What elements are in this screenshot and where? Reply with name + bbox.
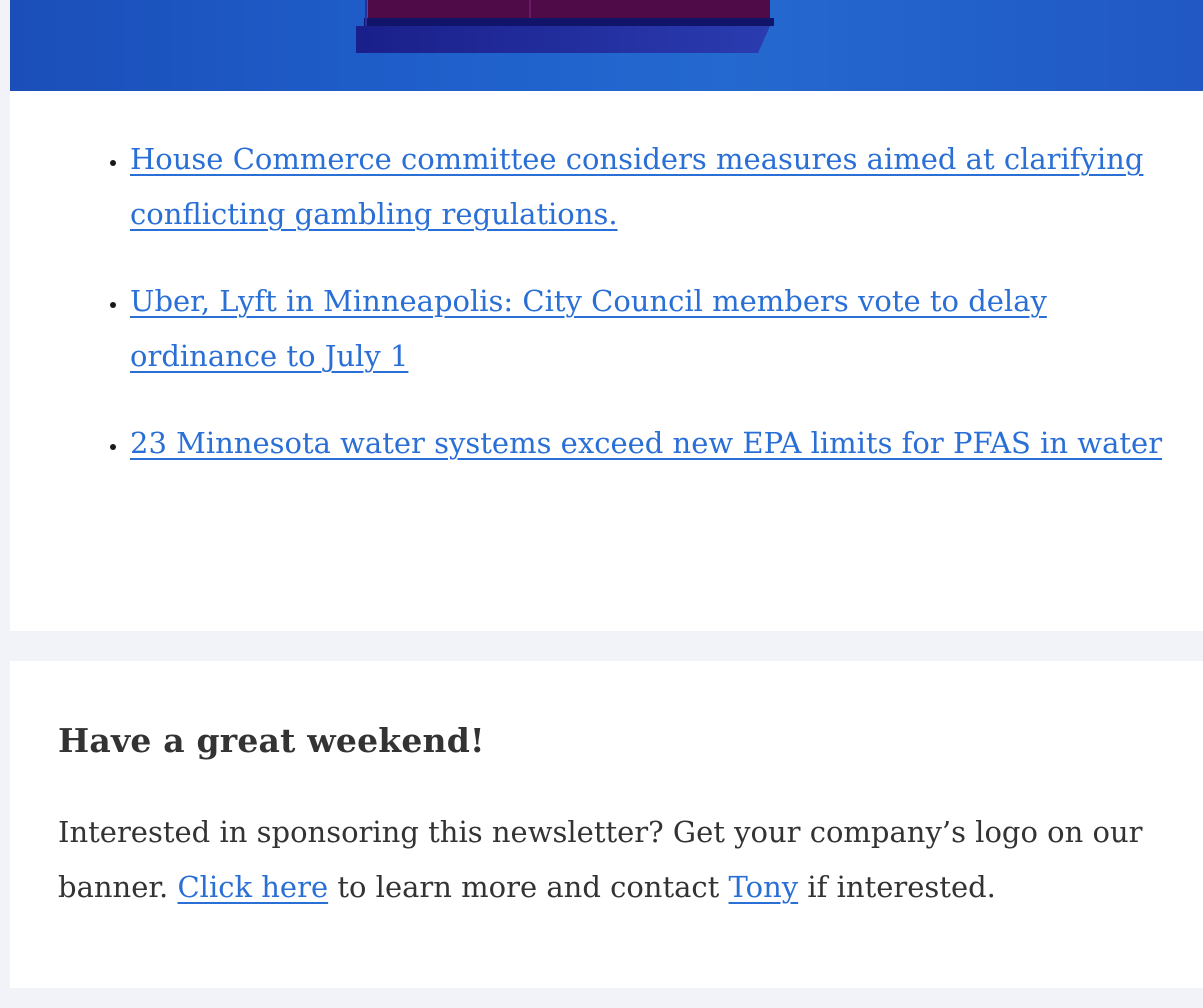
hero-image [10,0,1203,91]
news-list: House Commerce committee considers measu… [102,132,1189,503]
sponsor-text-3: if interested. [807,870,996,904]
list-item: Uber, Lyft in Minneapolis: City Council … [129,274,1189,384]
sponsor-text-2: to learn more and contact [337,870,720,904]
click-here-link[interactable]: Click here [177,870,328,904]
news-link-gambling[interactable]: House Commerce committee considers measu… [130,142,1143,231]
signoff-heading: Have a great weekend! [58,721,485,760]
list-item: House Commerce committee considers measu… [129,132,1189,242]
list-item: 23 Minnesota water systems exceed new EP… [129,416,1189,471]
news-link-uber-lyft[interactable]: Uber, Lyft in Minneapolis: City Council … [130,284,1047,373]
news-link-pfas[interactable]: 23 Minnesota water systems exceed new EP… [130,426,1162,460]
hero-block-edge [364,18,774,26]
newsletter-page: House Commerce committee considers measu… [0,0,1203,1008]
hero-shelf [356,26,770,53]
news-card: House Commerce committee considers measu… [10,0,1203,631]
sponsor-paragraph: Interested in sponsoring this newsletter… [58,805,1168,915]
hero-block [368,0,770,18]
hero-illustration [356,0,774,53]
contact-tony-link[interactable]: Tony [729,870,799,904]
footer-card: Have a great weekend! Interested in spon… [10,661,1203,988]
